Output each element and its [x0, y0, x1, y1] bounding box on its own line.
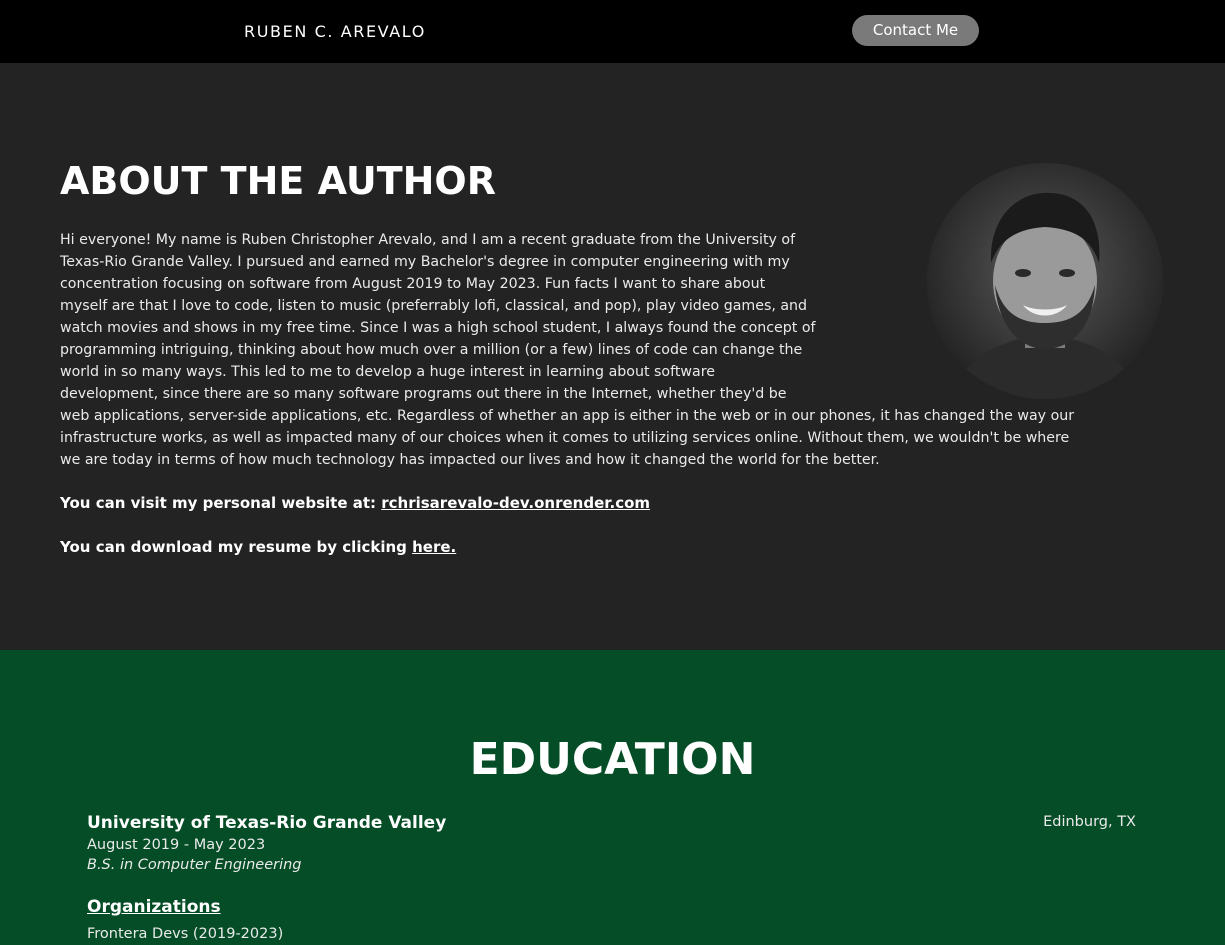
bio-line: infrastructure works, as well as impacte…	[60, 430, 1070, 446]
education-section: EDUCATION University of Texas-Rio Grande…	[0, 650, 1225, 945]
school-location: Edinburg, TX	[1043, 814, 1136, 830]
school-dates: August 2019 - May 2023	[87, 837, 266, 853]
school-degree: B.S. in Computer Engineering	[87, 857, 302, 873]
bio-line: we are today in terms of how much techno…	[60, 452, 880, 468]
brand-name-link[interactable]: RUBEN C. AREVALO	[244, 22, 426, 41]
about-section: ABOUT THE AUTHOR Hi everyone! My name is…	[0, 63, 1225, 650]
school-name: University of Texas-Rio Grande Valley	[87, 813, 447, 833]
bio-paragraph: Hi everyone! My name is Ruben Christophe…	[60, 229, 1160, 471]
resume-line: You can download my resume by clicking h…	[60, 536, 456, 558]
contact-me-button[interactable]: Contact Me	[852, 15, 979, 46]
organization-item: Frontera Devs (2019-2023)	[87, 926, 284, 942]
organizations-heading: Organizations	[87, 897, 221, 917]
website-prefix: You can visit my personal website at:	[60, 494, 382, 512]
navbar: RUBEN C. AREVALO Contact Me	[0, 0, 1225, 63]
website-link[interactable]: rchrisarevalo-dev.onrender.com	[381, 494, 650, 512]
bio-line: web applications, server-side applicatio…	[60, 408, 1075, 424]
education-title: EDUCATION	[469, 734, 756, 785]
website-line: You can visit my personal website at: rc…	[60, 492, 650, 514]
about-title: ABOUT THE AUTHOR	[60, 159, 496, 203]
resume-link[interactable]: here.	[412, 538, 456, 556]
resume-prefix: You can download my resume by clicking	[60, 538, 413, 556]
